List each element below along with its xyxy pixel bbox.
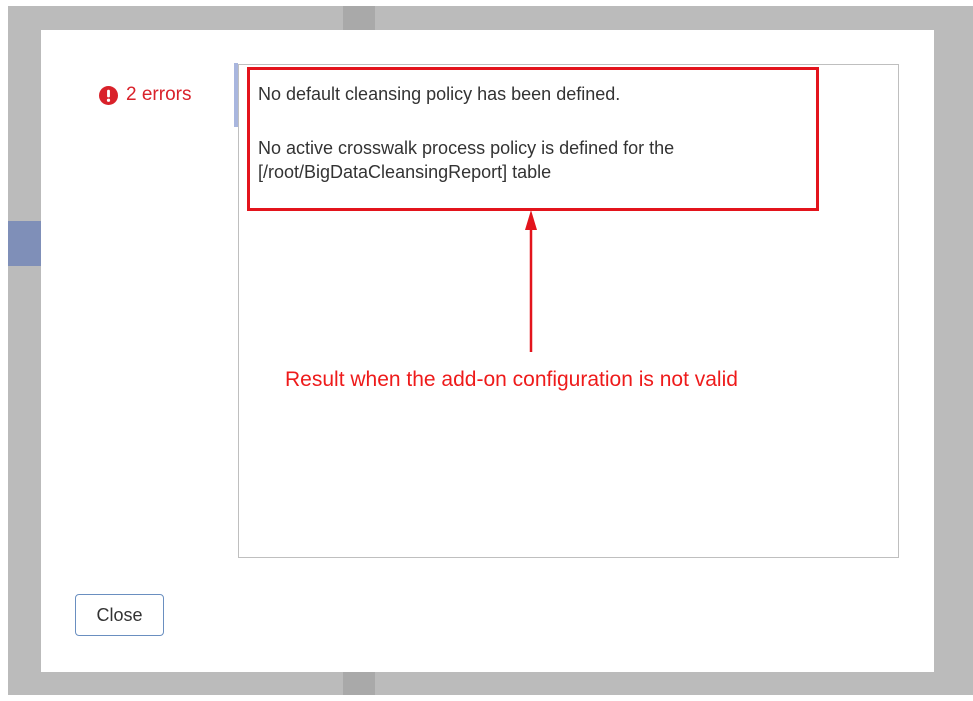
validation-dialog: 2 errors No default cleansing policy has… xyxy=(41,30,934,672)
backdrop-side-accent xyxy=(8,221,41,266)
annotation-caption: Result when the add-on configuration is … xyxy=(285,368,738,391)
close-button[interactable]: Close xyxy=(75,594,164,636)
error-summary[interactable]: 2 errors xyxy=(99,84,191,106)
exclamation-circle-icon xyxy=(99,85,118,105)
annotation-arrow-icon xyxy=(525,210,537,352)
backdrop-handle-top xyxy=(343,6,375,30)
annotation-highlight-box xyxy=(247,67,819,211)
error-count-label: 2 errors xyxy=(126,84,192,105)
backdrop-handle-bottom xyxy=(343,672,375,695)
